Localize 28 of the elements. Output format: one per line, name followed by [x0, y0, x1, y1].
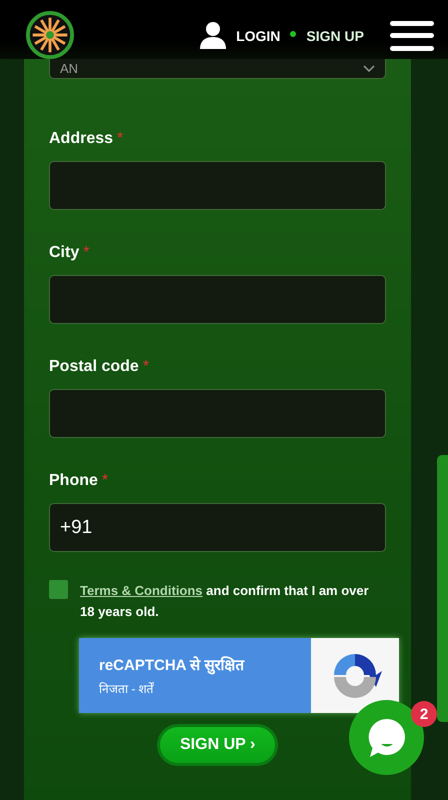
required-mark: * [102, 471, 108, 491]
select-field[interactable]: AN [49, 59, 386, 79]
required-mark: * [83, 243, 90, 263]
terms-text: Terms & Conditions and confirm that I am over 18 years old. [80, 582, 370, 621]
sign-up-link[interactable]: SIGN UP [306, 28, 364, 44]
chat-icon [366, 716, 406, 758]
login-link[interactable]: LOGIN [236, 28, 280, 44]
user-icon[interactable] [200, 20, 226, 48]
input-field[interactable] [49, 389, 386, 438]
menu-icon[interactable] [390, 20, 434, 50]
input-field[interactable] [49, 161, 386, 210]
input-field[interactable]: +91 [49, 503, 386, 552]
notification-badge: 2 [411, 701, 437, 727]
checkbox[interactable] [49, 580, 68, 599]
input-field[interactable] [49, 275, 386, 324]
captcha-links[interactable]: निजता - शर्तें [99, 680, 311, 697]
field-label: Phone [49, 471, 98, 491]
logo-icon[interactable] [26, 10, 74, 58]
field-label: Postal code [49, 357, 139, 377]
chevron-icon [363, 64, 375, 72]
field-label: City [49, 243, 80, 263]
required-mark: * [142, 357, 150, 377]
field-label: Address [49, 129, 114, 149]
required-mark: * [117, 129, 124, 149]
separator-dot [290, 30, 296, 36]
scrollbar[interactable] [437, 455, 448, 722]
captcha-title: reCAPTCHA से सुरक्षित [99, 655, 246, 674]
terms-link[interactable]: Terms & Conditions [80, 583, 203, 598]
